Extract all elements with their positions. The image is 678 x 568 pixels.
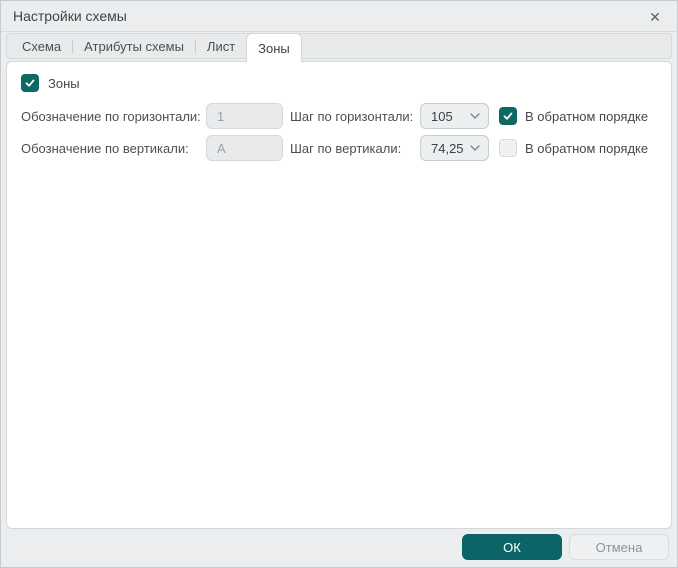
zones-tab-panel: Зоны Обозначение по горизонтали: Шаг по … [6, 61, 672, 529]
horizontal-settings-row: Обозначение по горизонтали: Шаг по гориз… [21, 103, 659, 129]
horizontal-step-value: 105 [431, 109, 470, 124]
zones-checkbox[interactable] [21, 74, 39, 92]
horizontal-designation-input[interactable] [206, 103, 283, 129]
vertical-settings-row: Обозначение по вертикали: Шаг по вертика… [21, 135, 659, 161]
vertical-step-dropdown[interactable]: 74,25 [420, 135, 489, 161]
zones-toggle-row: Зоны [21, 74, 659, 92]
dialog-footer: ОК Отмена [1, 529, 677, 567]
vertical-step-label: Шаг по вертикали: [290, 141, 420, 156]
vertical-step-value: 74,25 [431, 141, 470, 156]
tab-schema-attributes[interactable]: Атрибуты схемы [73, 33, 195, 59]
horizontal-reverse-checkbox[interactable] [499, 107, 517, 125]
cancel-button[interactable]: Отмена [569, 534, 669, 560]
tabs: Схема Атрибуты схемы Лист Зоны [6, 33, 672, 59]
checkmark-icon [502, 110, 514, 122]
tab-schema[interactable]: Схема [11, 33, 72, 59]
vertical-designation-label: Обозначение по вертикали: [21, 141, 206, 156]
ok-button[interactable]: ОК [462, 534, 562, 560]
vertical-designation-input[interactable] [206, 135, 283, 161]
settings-dialog: Настройки схемы ✕ Схема Атрибуты схемы Л… [0, 0, 678, 568]
tab-strip: Схема Атрибуты схемы Лист Зоны [6, 33, 672, 59]
vertical-reverse-checkbox[interactable] [499, 139, 517, 157]
horizontal-reverse-label: В обратном порядке [525, 109, 648, 124]
tab-sheet[interactable]: Лист [196, 33, 246, 59]
vertical-reverse-label: В обратном порядке [525, 141, 648, 156]
horizontal-designation-label: Обозначение по горизонтали: [21, 109, 206, 124]
chevron-down-icon [470, 113, 480, 119]
dialog-title: Настройки схемы [13, 8, 127, 24]
checkmark-icon [24, 77, 36, 89]
titlebar: Настройки схемы ✕ [1, 1, 677, 32]
zones-checkbox-label: Зоны [48, 76, 80, 91]
chevron-down-icon [470, 145, 480, 151]
close-icon[interactable]: ✕ [645, 7, 665, 27]
tab-zones[interactable]: Зоны [246, 33, 302, 62]
horizontal-step-dropdown[interactable]: 105 [420, 103, 489, 129]
horizontal-step-label: Шаг по горизонтали: [290, 109, 420, 124]
